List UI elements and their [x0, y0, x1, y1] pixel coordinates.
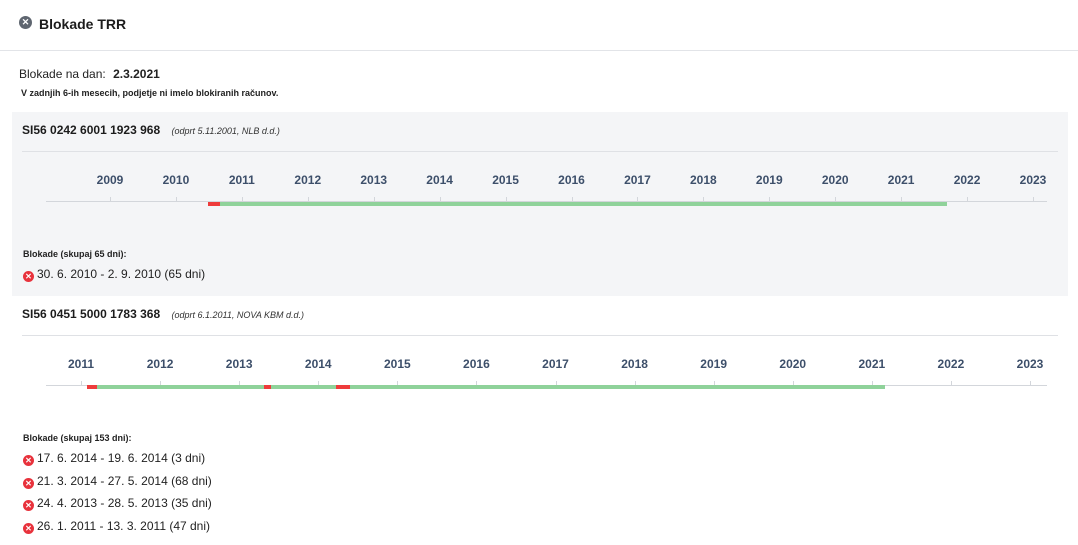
axis-year-label: 2020: [821, 173, 849, 187]
blockade-item: ✕ 30. 6. 2010 - 2. 9. 2010 (65 dni): [23, 267, 205, 282]
axis-year-label: 2013: [225, 357, 253, 371]
error-icon: ✕: [23, 455, 34, 466]
axis-year-label: 2013: [360, 173, 388, 187]
blockade-period: 26. 1. 2011 - 13. 3. 2011 (47 dni): [37, 519, 211, 534]
active-period-bar: [212, 202, 948, 206]
axis-year-label: 2021: [887, 173, 915, 187]
axis-year-label: 2022: [953, 173, 981, 187]
summary-note: V zadnjih 6-ih mesecih, podjetje ni imel…: [21, 88, 279, 98]
axis-year-label: 2022: [937, 357, 965, 371]
blockade-segment[interactable]: [208, 202, 221, 206]
blockade-period: 30. 6. 2010 - 2. 9. 2010 (65 dni): [37, 267, 206, 281]
axis-year-label: 2010: [162, 173, 190, 187]
account-number: SI56 0451 5000 1783 368: [22, 307, 161, 321]
error-icon: ✕: [23, 523, 34, 535]
error-icon: ✕: [23, 500, 34, 512]
axis-year-label: 2016: [558, 173, 585, 187]
axis-year-label: 2017: [624, 173, 651, 187]
blocks-title: Blokade (skupaj 65 dni):: [23, 249, 127, 259]
axis-year-label: 2018: [621, 357, 648, 371]
axis-year-label: 2012: [146, 357, 174, 371]
axis-year-label: 2023: [1019, 173, 1047, 187]
account-header: SI56 0451 5000 1783 368 (odprt 6.1.2011,…: [22, 307, 304, 321]
axis-year-label: 2019: [700, 357, 728, 371]
axis-year-label: 2021: [858, 357, 886, 371]
divider: [22, 335, 1058, 336]
account-header: SI56 0242 6001 1923 968 (odprt 5.11.2001…: [22, 123, 280, 137]
date-label: Blokade na dan:: [19, 67, 106, 81]
blockade-period: 17. 6. 2014 - 19. 6. 2014 (3 dni): [37, 451, 206, 465]
axis-year-label: 2015: [492, 173, 519, 187]
active-period-bar: [86, 385, 886, 389]
account-meta: (odprt 6.1.2011, NOVA KBM d.d.): [171, 310, 305, 320]
close-icon[interactable]: ✕: [19, 16, 32, 29]
error-icon: ✕: [23, 477, 34, 489]
axis-year-label: 2012: [294, 173, 322, 187]
account-number: SI56 0242 6001 1923 968: [22, 123, 161, 137]
modal-title: Blokade TRR: [39, 16, 127, 32]
axis-year-label: 2014: [304, 357, 332, 371]
axis-year-label: 2018: [689, 173, 717, 187]
blockade-item: ✕ 26. 1. 2011 - 13. 3. 2011 (47 dni): [23, 519, 211, 535]
axis-year-label: 2011: [67, 357, 95, 371]
divider: [22, 151, 1058, 152]
account-panel: SI56 0242 6001 1923 968 (odprt 5.11.2001…: [12, 112, 1068, 296]
blocks-title: Blokade (skupaj 153 dni):: [23, 433, 132, 443]
axis-year-label: 2020: [779, 357, 807, 371]
axis-year-label: 2017: [542, 357, 569, 371]
blockade-date-line: Blokade na dan: 2.3.2021: [19, 67, 160, 81]
error-icon: ✕: [23, 271, 34, 282]
axis-year-label: 2015: [383, 357, 411, 371]
account-meta: (odprt 5.11.2001, NLB d.d.): [171, 126, 280, 136]
blockade-period: 24. 4. 2013 - 28. 5. 2013 (35 dni): [37, 496, 212, 511]
axis-year-label: 2023: [1016, 357, 1044, 371]
axis-year-label: 2009: [96, 173, 124, 187]
date-value: 2.3.2021: [113, 67, 160, 81]
blockade-segment[interactable]: [263, 385, 271, 389]
axis-year-label: 2011: [228, 173, 255, 187]
axis-year-label: 2014: [426, 173, 453, 187]
blockade-item: ✕ 24. 4. 2013 - 28. 5. 2013 (35 dni): [23, 496, 212, 512]
axis-year-label: 2019: [755, 173, 783, 187]
axis-year-label: 2016: [463, 357, 490, 371]
blockade-segment[interactable]: [335, 385, 350, 389]
modal-header: ✕ Blokade TRR: [0, 0, 1078, 51]
blockade-period: 21. 3. 2014 - 27. 5. 2014 (68 dni): [37, 473, 212, 488]
blockade-item: ✕ 21. 3. 2014 - 27. 5. 2014 (68 dni): [23, 474, 212, 489]
account-panel: SI56 0451 5000 1783 368 (odprt 6.1.2011,…: [12, 296, 1068, 545]
blockade-item: ✕ 17. 6. 2014 - 19. 6. 2014 (3 dni): [23, 451, 205, 466]
blockade-segment[interactable]: [86, 385, 97, 389]
